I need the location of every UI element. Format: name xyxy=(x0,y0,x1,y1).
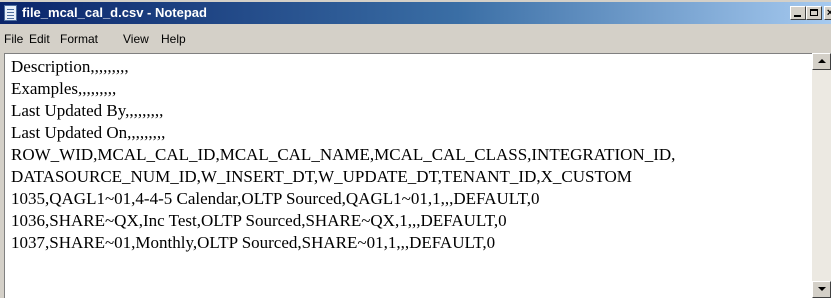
minimize-button[interactable] xyxy=(790,6,806,20)
text-line: Examples,,,,,,,,, xyxy=(11,79,117,98)
menu-bar: File Edit Format View Help xyxy=(0,28,831,50)
menu-edit[interactable]: Edit xyxy=(29,32,50,46)
text-line: 1037,SHARE~01,Monthly,OLTP Sourced,SHARE… xyxy=(11,233,496,252)
menu-help[interactable]: Help xyxy=(161,32,186,46)
notepad-icon[interactable] xyxy=(4,5,17,21)
vertical-scrollbar[interactable] xyxy=(812,53,831,298)
close-icon: × xyxy=(826,7,831,19)
text-line: 1035,QAGL1~01,4-4-5 Calendar,OLTP Source… xyxy=(11,189,540,208)
scroll-down-button[interactable] xyxy=(812,281,831,298)
close-button[interactable]: × xyxy=(824,6,831,20)
menu-format[interactable]: Format xyxy=(60,32,98,46)
document-text[interactable]: Description,,,,,,,,, Examples,,,,,,,,, L… xyxy=(11,56,811,254)
minimize-icon xyxy=(794,15,801,17)
text-line: 1036,SHARE~QX,Inc Test,OLTP Sourced,SHAR… xyxy=(11,211,507,230)
text-line: DATASOURCE_NUM_ID,W_INSERT_DT,W_UPDATE_D… xyxy=(11,167,632,186)
notepad-window: file_mcal_cal_d.csv - Notepad × File Edi… xyxy=(0,0,831,298)
text-line: Last Updated By,,,,,,,,, xyxy=(11,101,164,120)
menu-view[interactable]: View xyxy=(123,32,149,46)
text-line: ROW_WID,MCAL_CAL_ID,MCAL_CAL_NAME,MCAL_C… xyxy=(11,145,676,164)
maximize-button[interactable] xyxy=(806,6,822,20)
text-editor[interactable]: Description,,,,,,,,, Examples,,,,,,,,, L… xyxy=(4,53,831,298)
scroll-up-button[interactable] xyxy=(812,53,831,70)
maximize-icon xyxy=(810,9,818,16)
menu-file[interactable]: File xyxy=(4,32,23,46)
window-title: file_mcal_cal_d.csv - Notepad xyxy=(22,5,207,20)
text-line: Last Updated On,,,,,,,,, xyxy=(11,123,166,142)
text-line: Description,,,,,,,,, xyxy=(11,57,129,76)
title-bar[interactable]: file_mcal_cal_d.csv - Notepad × xyxy=(0,2,831,24)
